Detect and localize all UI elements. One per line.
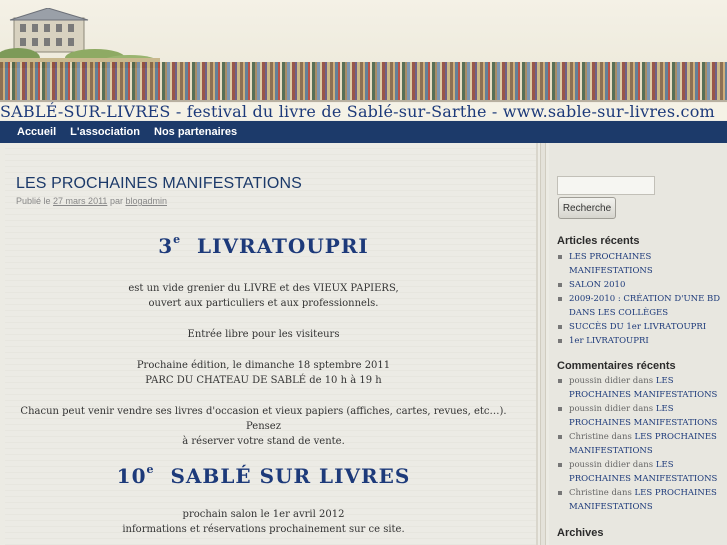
comment-author: poussin didier xyxy=(569,404,631,414)
bookshelf-illustration xyxy=(0,62,727,102)
sidebar-divider xyxy=(540,143,546,545)
entry-line: est un vide grenier du LIVRE et des VIEU… xyxy=(128,283,399,294)
site-header: SABLÉ-SUR-LIVRES - festival du livre de … xyxy=(0,0,727,120)
list-item: 2009-2010 : CRÉATION D'UNE BD DANS LES C… xyxy=(557,292,722,320)
comment-author: poussin didier xyxy=(569,376,631,386)
list-item: LES PROCHAINES MANIFESTATIONS xyxy=(557,250,722,278)
salon-superscript: e xyxy=(146,463,155,476)
comment-in: dans xyxy=(611,488,632,498)
comment-in: dans xyxy=(632,376,654,386)
list-item: SALON 2010 xyxy=(557,278,722,292)
main-content: LES PROCHAINES MANIFESTATIONS Publié le … xyxy=(5,143,538,545)
list-item: 1er LIVRATOUPRI xyxy=(557,334,722,348)
nav-item-partenaires[interactable]: Nos partenaires xyxy=(147,121,244,143)
search-button[interactable]: Recherche xyxy=(558,197,616,219)
recent-comments-list: poussin didier dans LES PROCHAINES MANIF… xyxy=(557,374,722,514)
livratoupri-heading: 3e LIVRATOUPRI xyxy=(5,233,522,259)
post-meta-prefix: Publié le xyxy=(16,196,51,206)
post-date-link[interactable]: 27 mars 2011 xyxy=(53,196,107,206)
post-entry: 3e LIVRATOUPRI est un vide grenier du LI… xyxy=(5,233,522,537)
list-item: Christine dans LES PROCHAINES MANIFESTAT… xyxy=(557,430,722,458)
recent-post-link[interactable]: 1er LIVRATOUPRI xyxy=(569,336,649,346)
entry-line: prochain salon le 1er avril 2012 xyxy=(182,509,345,520)
livratoupri-number: 3 xyxy=(158,234,174,258)
comment-in: dans xyxy=(611,432,632,442)
post-meta: Publié le 27 mars 2011 par blogadmin xyxy=(16,196,167,206)
recent-posts-list: LES PROCHAINES MANIFESTATIONS SALON 2010… xyxy=(557,250,722,348)
livratoupri-superscript: e xyxy=(173,233,182,246)
comment-author: Christine xyxy=(569,432,609,442)
entry-line: Prochaine édition, le dimanche 18 sptemb… xyxy=(136,360,391,371)
entry-line: ouvert aux particuliers et aux professio… xyxy=(148,298,379,309)
archives-title: Archives xyxy=(557,527,604,539)
recent-post-link[interactable]: LES PROCHAINES MANIFESTATIONS xyxy=(569,252,653,276)
castle-illustration xyxy=(0,8,160,68)
entry-line: PARC DU CHATEAU DE SABLÉ de 10 h à 19 h xyxy=(145,375,382,386)
list-item: poussin didier dans LES PROCHAINES MANIF… xyxy=(557,374,722,402)
post-author-link[interactable]: blogadmin xyxy=(125,196,167,206)
livratoupri-title: LIVRATOUPRI xyxy=(197,234,369,258)
recent-post-link[interactable]: SUCCÈS DU 1er LIVRATOUPRI xyxy=(569,322,706,332)
list-item: poussin didier dans LES PROCHAINES MANIF… xyxy=(557,402,722,430)
list-item: SUCCÈS DU 1er LIVRATOUPRI xyxy=(557,320,722,334)
post-title[interactable]: LES PROCHAINES MANIFESTATIONS xyxy=(16,175,302,193)
entry-line: à réserver votre stand de vente. xyxy=(182,436,345,447)
site-banner[interactable]: SABLÉ-SUR-LIVRES - festival du livre de … xyxy=(0,102,727,120)
nav-item-association[interactable]: L'association xyxy=(63,121,147,143)
salon-title: SABLÉ SUR LIVRES xyxy=(170,464,411,488)
main-nav: Accueil L'association Nos partenaires xyxy=(0,121,727,143)
salon-heading: 10e SABLÉ SUR LIVRES xyxy=(5,463,522,489)
sidebar: Recherche Articles récents LES PROCHAINE… xyxy=(549,143,727,545)
recent-posts-title: Articles récents xyxy=(557,235,640,247)
recent-post-link[interactable]: SALON 2010 xyxy=(569,280,625,290)
comment-author: poussin didier xyxy=(569,460,631,470)
list-item: Christine dans LES PROCHAINES MANIFESTAT… xyxy=(557,486,722,514)
comment-in: dans xyxy=(632,460,654,470)
recent-post-link[interactable]: 2009-2010 : CRÉATION D'UNE BD DANS LES C… xyxy=(569,294,720,318)
entry-line: Chacun peut venir vendre ses livres d'oc… xyxy=(20,406,507,432)
entry-line: Entrée libre pour les visiteurs xyxy=(187,329,340,340)
recent-comments-title: Commentaires récents xyxy=(557,360,676,372)
salon-number: 10 xyxy=(116,464,147,488)
search-input[interactable] xyxy=(557,176,655,195)
comment-in: dans xyxy=(632,404,654,414)
nav-item-accueil[interactable]: Accueil xyxy=(10,121,63,143)
list-item: poussin didier dans LES PROCHAINES MANIF… xyxy=(557,458,722,486)
comment-author: Christine xyxy=(569,488,609,498)
post-meta-by: par xyxy=(109,196,123,206)
entry-line: informations et réservations prochaineme… xyxy=(122,524,405,535)
